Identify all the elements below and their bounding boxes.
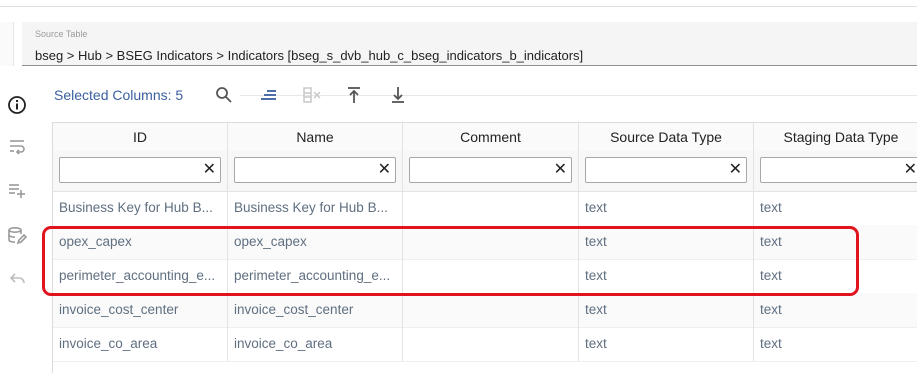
columns-grid: ID Name Comment Source Data Type Staging… (52, 122, 917, 373)
cell-comment (403, 327, 579, 361)
filter-input-id[interactable] (64, 163, 196, 187)
filter-box-source-data-type: ✕ (585, 157, 747, 187)
table-row[interactable]: invoice_cost_center invoice_cost_center … (53, 293, 917, 328)
table-row[interactable]: opex_capex opex_capex text text (53, 225, 917, 260)
cell-staging-data-type: text (754, 293, 917, 327)
undo-icon[interactable] (4, 267, 30, 293)
filter-input-source-data-type[interactable] (590, 163, 722, 187)
clear-filter-icon[interactable]: ✕ (729, 160, 742, 180)
cell-comment (403, 259, 579, 293)
clear-filter-icon[interactable]: ✕ (378, 160, 391, 180)
filter-input-comment[interactable] (414, 163, 547, 187)
table-row[interactable]: invoice_co_area invoice_co_area text tex… (53, 327, 917, 362)
grid-header-row: ID Name Comment Source Data Type Staging… (53, 123, 917, 152)
filter-box-name: ✕ (234, 157, 396, 187)
source-table-value: bseg > Hub > BSEG Indicators > Indicator… (35, 48, 584, 63)
clear-filter-icon[interactable]: ✕ (203, 160, 216, 180)
column-header-id[interactable]: ID (53, 123, 228, 151)
top-divider (0, 0, 917, 7)
cell-source-data-type: text (579, 259, 754, 293)
cell-comment (403, 191, 579, 225)
cell-id: opex_capex (53, 225, 228, 259)
filter-cell-name: ✕ (228, 151, 403, 191)
cell-staging-data-type: text (754, 327, 917, 361)
search-icon[interactable] (212, 83, 236, 107)
source-table-label: Source Table (35, 29, 88, 39)
cell-name: Business Key for Hub B... (228, 191, 403, 225)
table-row[interactable]: Business Key for Hub B... Business Key f… (53, 191, 917, 226)
cell-name: opex_capex (228, 225, 403, 259)
database-edit-icon[interactable] (4, 223, 30, 249)
source-table-field[interactable]: Source Table bseg > Hub > BSEG Indicator… (22, 22, 917, 66)
sort-lines-icon[interactable] (257, 83, 281, 107)
clear-filter-icon[interactable]: ✕ (554, 160, 567, 180)
left-panel-edge (0, 22, 14, 66)
table-row[interactable]: perimeter_accounting_e... perimeter_acco… (53, 259, 917, 294)
column-header-name[interactable]: Name (228, 123, 403, 151)
cell-id: Business Key for Hub B... (53, 191, 228, 225)
grid-filter-row: ✕ ✕ ✕ ✕ ✕ (53, 151, 917, 192)
cell-source-data-type: text (579, 327, 754, 361)
filter-box-comment: ✕ (409, 157, 572, 187)
remove-column-icon[interactable] (300, 83, 324, 107)
filter-cell-staging-data-type: ✕ (754, 151, 917, 191)
column-header-comment[interactable]: Comment (403, 123, 579, 151)
filter-cell-comment: ✕ (403, 151, 579, 191)
filter-box-staging-data-type: ✕ (760, 157, 917, 187)
filter-cell-id: ✕ (53, 151, 228, 191)
cell-source-data-type: text (579, 225, 754, 259)
cell-comment (403, 225, 579, 259)
column-header-staging-data-type[interactable]: Staging Data Type (754, 123, 917, 151)
cell-name: invoice_co_area (228, 327, 403, 361)
move-top-icon[interactable] (342, 83, 366, 107)
filter-cell-source-data-type: ✕ (579, 151, 754, 191)
add-list-icon[interactable] (4, 177, 30, 203)
cell-comment (403, 293, 579, 327)
cell-source-data-type: text (579, 293, 754, 327)
cell-staging-data-type: text (754, 225, 917, 259)
clear-filter-icon[interactable]: ✕ (904, 160, 917, 180)
cell-id: invoice_cost_center (53, 293, 228, 327)
filter-input-staging-data-type[interactable] (765, 163, 897, 187)
wrap-text-icon[interactable] (4, 133, 30, 159)
cell-name: invoice_cost_center (228, 293, 403, 327)
cell-name: perimeter_accounting_e... (228, 259, 403, 293)
filter-box-id: ✕ (59, 157, 221, 187)
grid-toolbar: Selected Columns: 5 (40, 82, 917, 108)
info-icon[interactable] (4, 92, 30, 118)
filter-input-name[interactable] (239, 163, 371, 187)
cell-staging-data-type: text (754, 259, 917, 293)
cell-staging-data-type: text (754, 191, 917, 225)
move-bottom-icon[interactable] (386, 83, 410, 107)
cell-source-data-type: text (579, 191, 754, 225)
cell-id: perimeter_accounting_e... (53, 259, 228, 293)
cell-id: invoice_co_area (53, 327, 228, 361)
column-header-source-data-type[interactable]: Source Data Type (579, 123, 754, 151)
selected-columns-count: Selected Columns: 5 (54, 87, 184, 103)
